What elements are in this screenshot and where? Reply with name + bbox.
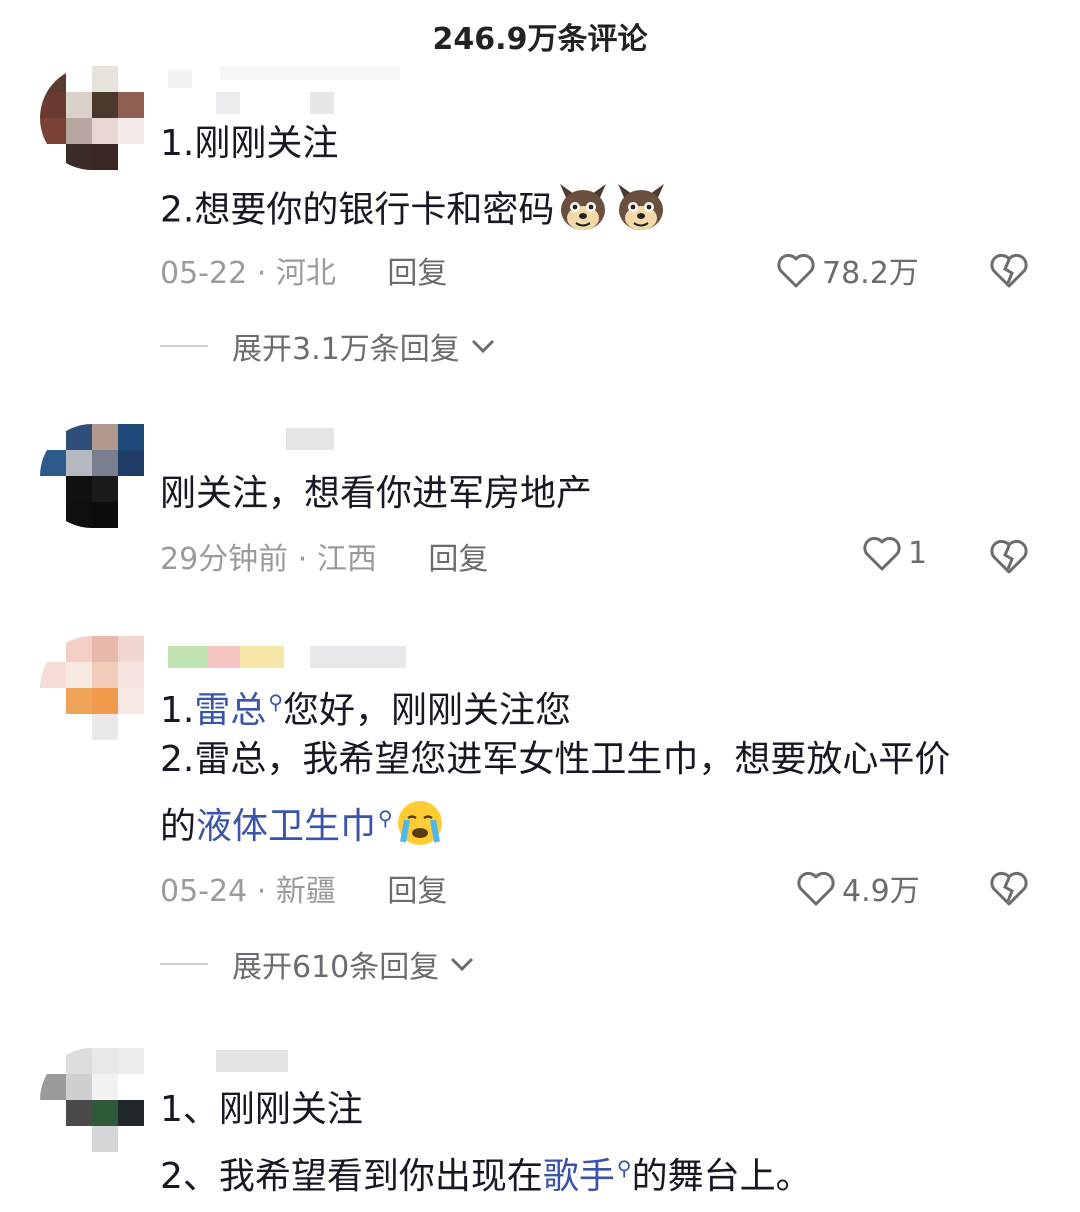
separator: · (256, 256, 267, 291)
reply-button[interactable]: 回复 (387, 874, 447, 909)
dog-emoji-icon (612, 180, 670, 243)
like-count: 78.2万 (822, 256, 919, 291)
heart-outline-icon (777, 253, 815, 288)
like-button[interactable]: 1 (862, 534, 927, 572)
expand-replies-button[interactable]: 展开3.1万条回复 (160, 324, 498, 368)
comment-text: 的 (160, 806, 197, 847)
comment-date: 29分钟前 (160, 542, 289, 577)
search-link[interactable]: 液体卫生巾 (196, 806, 376, 847)
broken-heart-icon[interactable] (988, 868, 1030, 908)
expand-replies-label: 展开3.1万条回复 (232, 332, 460, 367)
comment-text-line: 1.雷总 ⚲您好，刚刚关注您 (160, 680, 571, 733)
broken-heart-icon[interactable] (988, 536, 1030, 576)
comment-date: 05-24 (160, 874, 248, 909)
avatar[interactable] (40, 424, 144, 528)
comment-text: 1. (160, 690, 195, 731)
avatar[interactable] (40, 66, 144, 170)
avatar[interactable] (40, 1048, 144, 1152)
comment-meta: 29分钟前 · 江西 回复 (160, 534, 488, 578)
reply-button[interactable]: 回复 (387, 256, 447, 291)
comment-count-title: 246.9万条评论 (432, 22, 648, 57)
search-icon: ⚲ (268, 690, 284, 714)
comment-text: 您好，刚刚关注您 (283, 690, 572, 731)
comment-date: 05-22 (160, 256, 248, 291)
search-link[interactable]: 雷总 (194, 690, 266, 731)
separator: · (297, 542, 308, 577)
like-count: 1 (908, 535, 928, 571)
comment-text: 的舞台上。 (631, 1156, 812, 1197)
crying-face-emoji-icon (393, 798, 447, 859)
avatar[interactable] (40, 636, 144, 740)
chevron-down-icon (471, 339, 494, 354)
like-button[interactable]: 4.9万 (796, 866, 920, 910)
comment-text-line: 2.想要你的银行卡和密码 (160, 180, 670, 243)
comment-location: 河北 (275, 256, 336, 291)
comment-text-line: 的液体卫生巾 ⚲ (160, 796, 447, 859)
search-icon: ⚲ (616, 1156, 632, 1180)
comment-text-line: 1、刚刚关注 (160, 1089, 363, 1130)
comment-location: 江西 (316, 542, 377, 577)
heart-outline-icon (797, 871, 835, 906)
comment-text: 2、我希望看到你出现在 (160, 1156, 543, 1197)
heart-outline-icon (863, 536, 901, 571)
like-count: 4.9万 (842, 874, 920, 909)
search-link[interactable]: 歌手 (543, 1156, 615, 1197)
expand-replies-label: 展开610条回复 (232, 950, 440, 985)
comment-meta: 05-24 · 新疆 回复 (160, 866, 447, 910)
search-icon: ⚲ (378, 806, 393, 830)
comment-text-line: 2.雷总，我希望您进军女性卫生巾，想要放心平价 (160, 739, 951, 780)
dog-emoji-icon (554, 180, 612, 243)
comment-location: 新疆 (275, 874, 336, 909)
like-button[interactable]: 78.2万 (776, 248, 919, 292)
chevron-down-icon (451, 957, 474, 972)
comment-meta: 05-22 · 河北 回复 (160, 248, 447, 292)
comment-text-line: 2、我希望看到你出现在歌手 ⚲的舞台上。 (160, 1146, 812, 1199)
divider (160, 345, 208, 347)
comment-text: 2.想要你的银行卡和密码 (160, 189, 555, 231)
expand-replies-button[interactable]: 展开610条回复 (160, 942, 477, 986)
divider (160, 963, 208, 965)
comment-text-line: 刚关注，想看你进军房地产 (160, 473, 593, 514)
broken-heart-icon[interactable] (988, 250, 1030, 290)
comment-text-line: 1.刚刚关注 (160, 123, 339, 164)
separator: · (256, 874, 267, 909)
reply-button[interactable]: 回复 (428, 542, 488, 577)
